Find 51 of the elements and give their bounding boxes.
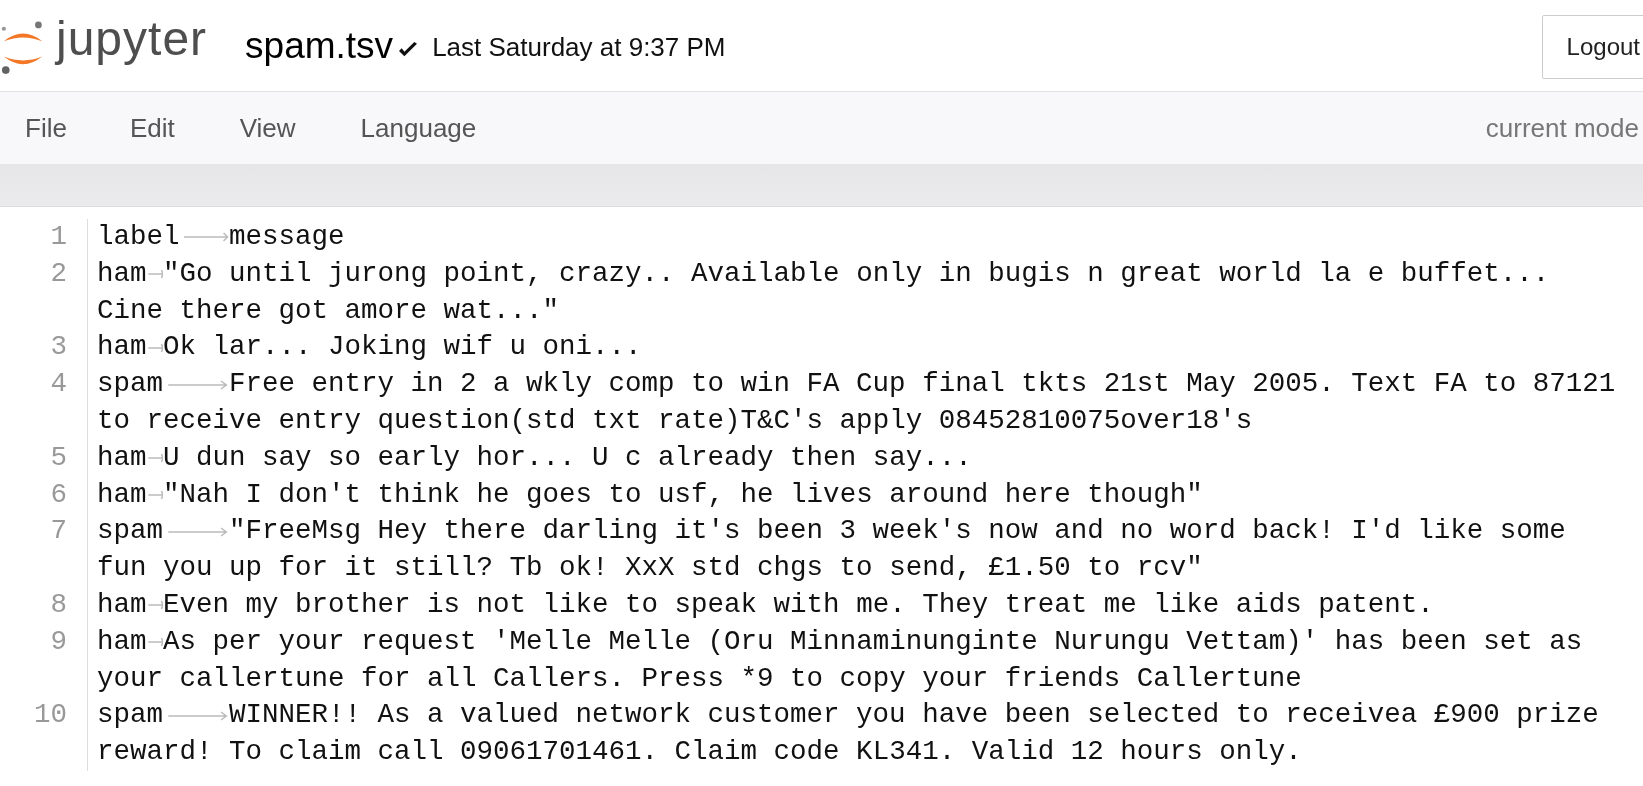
code-text: U dun say so early hor... U c already then say... — [163, 440, 972, 475]
code-text: spam — [97, 698, 163, 733]
code-text: ham — [97, 330, 147, 365]
code-text: Even my brother is not like to speak with me. They treat me like aids patent. — [163, 587, 1434, 622]
code-text: to receive entry question(std txt rate)T&C's apply 08452810075over18's — [97, 404, 1253, 438]
line-number: 7 — [50, 515, 67, 547]
code-text: spam — [97, 514, 163, 549]
line-number: 3 — [50, 331, 67, 363]
code-text: your callertune for all Callers. Press *9 to copy your friends Callertune — [97, 661, 1302, 696]
tab-arrow-icon — [146, 600, 163, 611]
line-number: 1 — [50, 221, 67, 252]
code-text: message — [229, 220, 345, 254]
code-text: Cine there got amore wat..." — [97, 293, 560, 328]
checkmark-icon — [397, 40, 420, 59]
code-text: ham — [97, 256, 147, 291]
code-text: Free entry in 2 a wkly comp to win FA Cup final tkts 21st May 2005. Text FA to 87121 — [229, 367, 1616, 402]
code-text: "FreeMsg Hey there darling it's been 3 week's now and no word back! I'd like some — [229, 514, 1566, 549]
menu-item[interactable]: Edit — [129, 112, 175, 144]
tab-arrow-icon — [146, 637, 163, 648]
code-text: "Go until jurong point, crazy.. Available only in bugis n great world la e buffet... — [163, 256, 1550, 291]
tab-arrow-icon — [146, 342, 163, 353]
code-text: WINNER!! As a valued network customer you have been selected to receivea £900 prize — [229, 698, 1599, 733]
menu-item[interactable]: File — [25, 112, 67, 144]
saved-time: Last Saturday at 9:37 PM — [432, 32, 726, 63]
line-number: 8 — [50, 588, 67, 620]
code-text: spam — [97, 367, 163, 402]
code-text: ham — [97, 440, 147, 475]
menu-item[interactable]: View — [239, 112, 296, 144]
code-text: Ok lar... Joking wif u oni... — [163, 330, 642, 365]
line-number: 6 — [50, 478, 67, 510]
tab-arrow-icon — [146, 489, 163, 500]
code-text: ham — [97, 477, 147, 512]
file-name[interactable]: spam.tsv — [245, 24, 394, 67]
code-text: ham — [97, 587, 147, 622]
line-number: 5 — [50, 441, 67, 473]
tab-arrow-icon — [146, 269, 163, 280]
line-number: 4 — [50, 368, 67, 400]
code-text: As per your request 'Melle Melle (Oru Minnaminunginte Nurungu Vettam)' has been set as — [163, 624, 1583, 659]
code-text: fun you up for it still? Tb ok! XxX std chgs to send, £1.50 to rcv" — [97, 551, 1203, 586]
code-text: reward! To claim call 09061701461. Claim code KL341. Valid 12 hours only. — [97, 735, 1302, 770]
logout-button[interactable]: Logout — [1541, 14, 1643, 79]
menu-item[interactable]: Language — [360, 112, 477, 144]
code-text: label — [97, 220, 180, 254]
line-number: 2 — [50, 257, 67, 289]
code-text: "Nah I don't think he goes to usf, he lives around here though" — [163, 477, 1203, 512]
line-number: 9 — [50, 625, 67, 657]
mode-indicator: current mode — [1485, 112, 1639, 144]
jupyter-logo-text: jupyter — [56, 11, 208, 66]
code-text: ham — [97, 624, 147, 659]
line-number: 10 — [34, 699, 67, 731]
tab-arrow-icon — [146, 453, 163, 464]
